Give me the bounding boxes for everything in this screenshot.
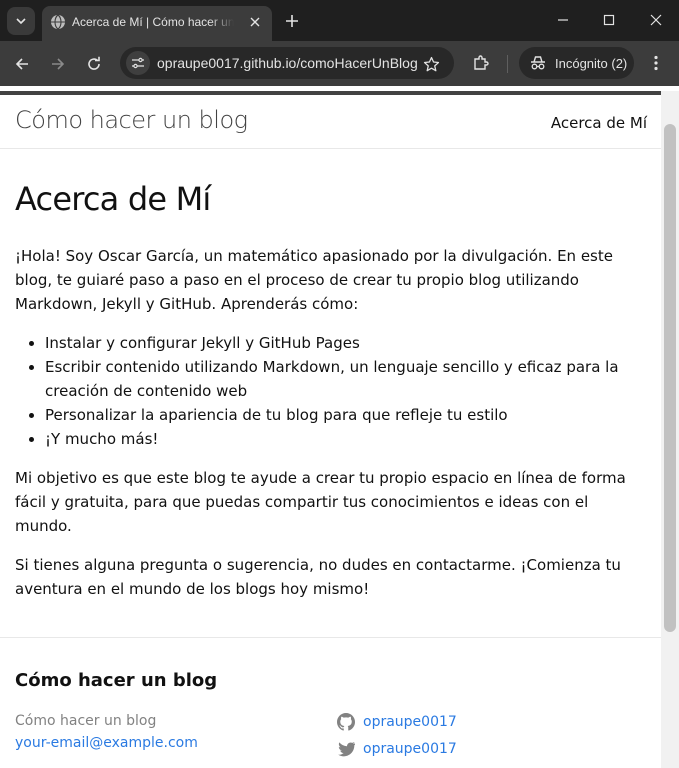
list-item: Escribir contenido utilizando Markdown, … [45,355,647,403]
plus-icon [286,15,298,27]
arrow-left-icon [15,58,28,70]
incognito-icon [531,56,545,70]
footer-heading: Cómo hacer un blog [15,670,218,691]
minimize-icon [558,19,568,21]
github-username: opraupe0017 [363,714,457,730]
tab-search-button[interactable] [7,7,35,35]
close-icon [650,14,662,26]
footer-site-name: Cómo hacer un blog [15,713,157,729]
site-title-link[interactable]: Cómo hacer un blog [15,106,248,134]
list-item: Personalizar la apariencia de tu blog pa… [45,403,647,427]
tab-close-button[interactable] [246,13,264,31]
reload-icon [88,56,100,70]
page-viewport: Cómo hacer un blog Acerca de Mí Acerca d… [0,91,679,768]
extensions-button[interactable] [469,51,493,75]
incognito-label: Incógnito (2) [555,55,628,71]
github-link[interactable]: opraupe0017 [337,713,457,731]
github-icon [337,713,355,731]
twitter-link[interactable]: opraupe0017 [337,740,457,758]
nav-link-about[interactable]: Acerca de Mí [551,114,647,132]
site-footer: Cómo hacer un blog Cómo hacer un blog yo… [0,637,661,768]
tab-title: Acerca de Mí | Cómo hacer un blog [72,15,234,29]
minimize-button[interactable] [550,8,576,32]
arrow-right-icon [52,58,65,70]
web-page: Cómo hacer un blog Acerca de Mí Acerca d… [0,91,661,768]
puzzle-icon [474,55,489,70]
list-item: Instalar y configurar Jekyll y GitHub Pa… [45,331,647,355]
back-button[interactable] [9,51,35,77]
scrollbar-thumb[interactable] [664,124,676,632]
tune-icon [132,57,144,69]
intro-paragraph: ¡Hola! Soy Oscar García, un matemático a… [15,247,613,313]
close-icon [250,17,260,27]
maximize-button[interactable] [596,8,622,32]
tab-strip: Acerca de Mí | Cómo hacer un blog [0,0,679,41]
feature-list: Instalar y configurar Jekyll y GitHub Pa… [45,331,647,451]
twitter-username: opraupe0017 [363,741,457,757]
active-tab[interactable]: Acerca de Mí | Cómo hacer un blog [42,6,272,41]
list-item: ¡Y mucho más! [45,427,647,451]
address-bar[interactable]: opraupe0017.github.io/comoHacerUnBlog/ab… [120,47,454,79]
post-content: Acerca de Mí ¡Hola! Soy Oscar García, un… [15,179,647,616]
kebab-menu-icon [654,55,658,71]
page-title: Acerca de Mí [15,180,211,218]
maximize-icon [603,14,615,26]
twitter-icon [338,741,355,757]
incognito-button[interactable]: Incógnito (2) [519,47,634,79]
browser-toolbar: opraupe0017.github.io/comoHacerUnBlog/ab… [0,41,679,86]
url-text: opraupe0017.github.io/comoHacerUnBlog/ab… [157,55,417,71]
goal-paragraph: Mi objetivo es que este blog te ayude a … [15,469,626,535]
toolbar-divider [507,55,508,73]
site-info-button[interactable] [126,51,150,75]
forward-button[interactable] [45,51,71,77]
globe-icon [51,14,65,30]
site-header: Cómo hacer un blog Acerca de Mí [0,91,661,149]
bookmark-button[interactable] [420,53,442,75]
chevron-down-icon [16,18,26,25]
reload-button[interactable] [81,51,107,77]
page-scrollbar[interactable] [661,91,679,768]
browser-menu-button[interactable] [645,51,667,75]
contact-paragraph: Si tienes alguna pregunta o sugerencia, … [15,556,621,598]
star-icon [423,56,439,71]
new-tab-button[interactable] [281,10,303,32]
footer-email-link[interactable]: your-email@example.com [15,735,198,751]
window-close-button[interactable] [643,8,669,32]
